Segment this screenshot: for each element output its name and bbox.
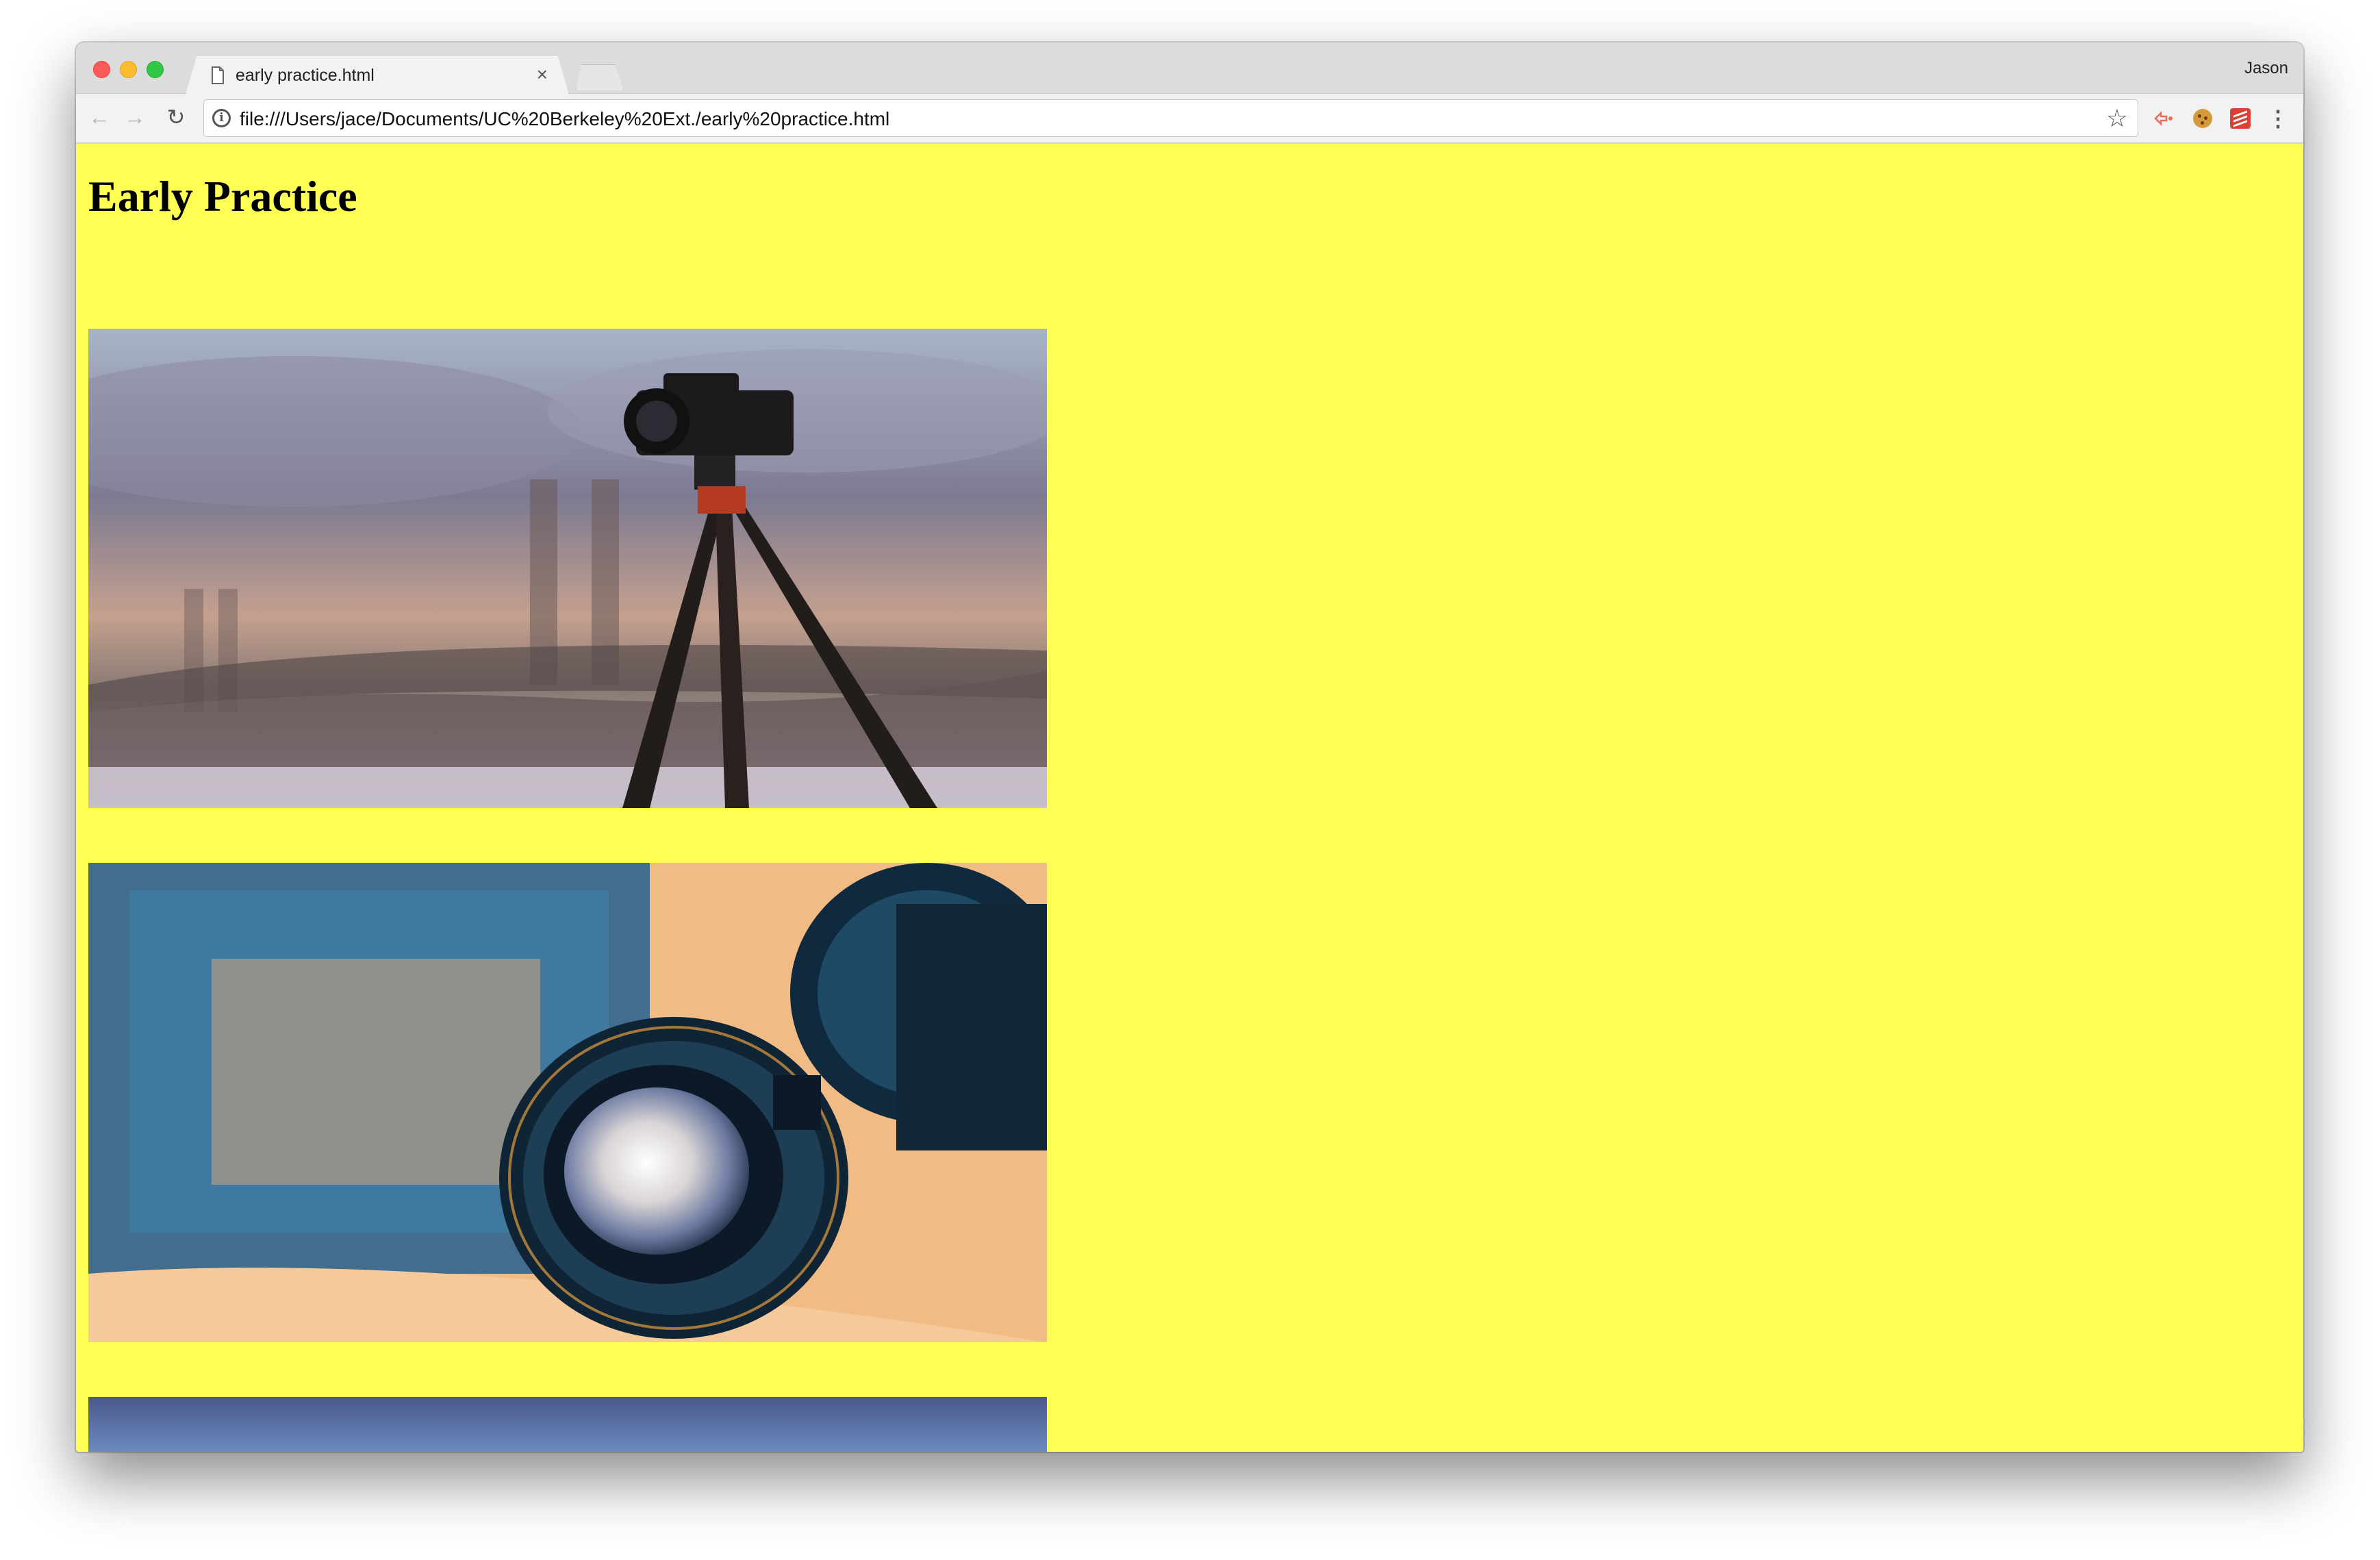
title-bar: early practice.html × Jason <box>76 42 2303 95</box>
menu-icon[interactable]: ⋮ <box>2264 105 2292 132</box>
tripod-camera-image <box>88 329 1047 808</box>
partial-image <box>88 1397 1047 1452</box>
close-window-button[interactable] <box>93 61 110 78</box>
new-tab-button[interactable] <box>576 64 624 90</box>
address-bar-url[interactable]: file:///Users/jace/Documents/UC%20Berkel… <box>240 108 889 130</box>
minimize-window-button[interactable] <box>120 61 137 78</box>
page-title: Early Practice <box>88 172 357 221</box>
share-extension-icon[interactable] <box>2151 105 2178 132</box>
page-content: Early Practice <box>76 144 2303 1452</box>
back-arrow-icon[interactable]: ← <box>86 103 113 131</box>
browser-tab[interactable]: early practice.html × <box>186 55 569 95</box>
todoist-extension-icon[interactable] <box>2227 105 2254 132</box>
maximize-window-button[interactable] <box>147 61 164 78</box>
camera-lens-image <box>88 863 1047 1342</box>
info-icon[interactable]: i <box>212 109 231 127</box>
cookie-extension-icon[interactable] <box>2189 105 2216 132</box>
forward-arrow-icon[interactable]: → <box>121 103 149 131</box>
tab-close-icon[interactable]: × <box>537 64 548 86</box>
tab-title: early practice.html <box>236 66 375 85</box>
browser-toolbar: ← → ↻ i file:///Users/jace/Documents/UC%… <box>76 94 2303 144</box>
profile-name[interactable]: Jason <box>2244 59 2288 78</box>
page-icon <box>212 66 224 84</box>
reload-icon[interactable]: ↻ <box>162 103 190 131</box>
address-bar[interactable]: i file:///Users/jace/Documents/UC%20Berk… <box>203 99 2138 137</box>
browser-window: early practice.html × Jason ← → ↻ i file… <box>76 42 2303 1452</box>
bookmark-star-icon[interactable]: ☆ <box>2106 104 2128 133</box>
